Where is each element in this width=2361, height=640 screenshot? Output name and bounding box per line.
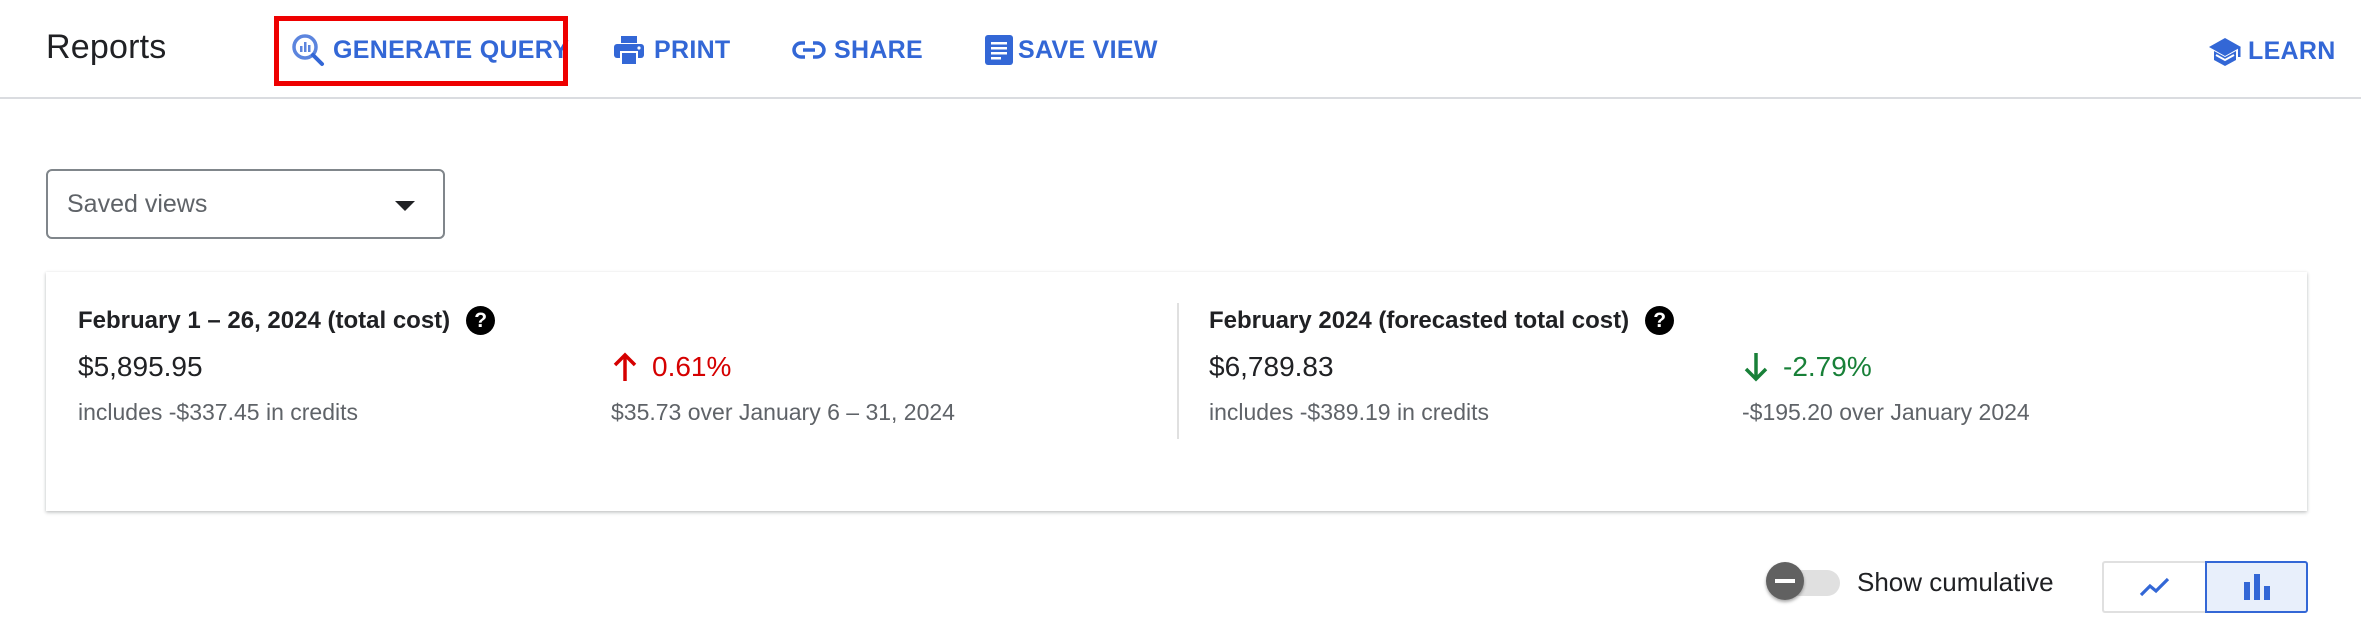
cost-summary-card: February 1 – 26, 2024 (total cost) ? $5,… bbox=[46, 272, 2307, 511]
line-chart-icon bbox=[2139, 577, 2169, 597]
actual-cost-change: 0.61% bbox=[612, 351, 731, 383]
learn-button[interactable]: LEARN bbox=[2208, 31, 2336, 71]
show-cumulative-toggle[interactable] bbox=[1766, 562, 1842, 602]
forecast-cost-title: February 2024 (forecasted total cost) ? bbox=[1209, 306, 1675, 335]
save-view-button[interactable]: SAVE VIEW bbox=[982, 30, 1158, 70]
help-icon[interactable]: ? bbox=[466, 306, 496, 335]
print-label: PRINT bbox=[654, 35, 731, 64]
forecast-cost-title-text: February 2024 (forecasted total cost) bbox=[1209, 306, 1630, 334]
learn-label: LEARN bbox=[2248, 36, 2336, 65]
link-icon bbox=[792, 33, 826, 67]
toggle-thumb bbox=[1766, 562, 1804, 600]
show-cumulative-label: Show cumulative bbox=[1857, 567, 2054, 597]
forecast-cost-amount: $6,789.83 bbox=[1209, 351, 1334, 382]
actual-cost-change-detail: $35.73 over January 6 – 31, 2024 bbox=[611, 399, 955, 425]
arrow-up-icon bbox=[613, 352, 637, 381]
line-chart-button[interactable] bbox=[2102, 561, 2205, 613]
bar-chart-button[interactable] bbox=[2205, 561, 2308, 613]
print-icon bbox=[612, 33, 646, 67]
actual-cost-change-percent: 0.61% bbox=[652, 351, 732, 382]
forecast-cost-change-percent: -2.79% bbox=[1783, 351, 1872, 382]
share-label: SHARE bbox=[834, 35, 924, 64]
forecast-cost-change-detail: -$195.20 over January 2024 bbox=[1742, 399, 2030, 425]
page-title: Reports bbox=[46, 28, 167, 66]
share-button[interactable]: SHARE bbox=[792, 30, 923, 70]
forecast-cost-credits: includes -$389.19 in credits bbox=[1209, 399, 1489, 425]
actual-cost-credits: includes -$337.45 in credits bbox=[78, 399, 358, 425]
saved-views-dropdown[interactable]: Saved views bbox=[46, 169, 445, 239]
generate-query-label: GENERATE QUERY bbox=[333, 35, 570, 64]
actual-cost-title-text: February 1 – 26, 2024 (total cost) bbox=[78, 306, 451, 334]
saved-views-label: Saved views bbox=[67, 190, 208, 218]
bar-chart-icon bbox=[2243, 574, 2270, 600]
generate-query-button[interactable]: GENERATE QUERY bbox=[291, 30, 569, 70]
query-search-icon bbox=[291, 33, 325, 67]
document-icon bbox=[982, 33, 1016, 67]
top-toolbar: Reports GENERATE QUERY PRINT SHARE SAVE … bbox=[0, 0, 2361, 99]
chart-type-toggle-group bbox=[2102, 561, 2308, 613]
section-divider bbox=[1177, 303, 1179, 439]
save-view-label: SAVE VIEW bbox=[1018, 35, 1158, 64]
school-icon bbox=[2208, 34, 2242, 68]
forecast-cost-change: -2.79% bbox=[1743, 351, 1872, 383]
caret-down-icon bbox=[395, 201, 415, 211]
arrow-down-icon bbox=[1744, 353, 1768, 382]
help-icon[interactable]: ? bbox=[1645, 306, 1675, 335]
actual-cost-amount: $5,895.95 bbox=[78, 351, 203, 382]
print-button[interactable]: PRINT bbox=[612, 30, 731, 70]
actual-cost-title: February 1 – 26, 2024 (total cost) ? bbox=[78, 306, 496, 335]
